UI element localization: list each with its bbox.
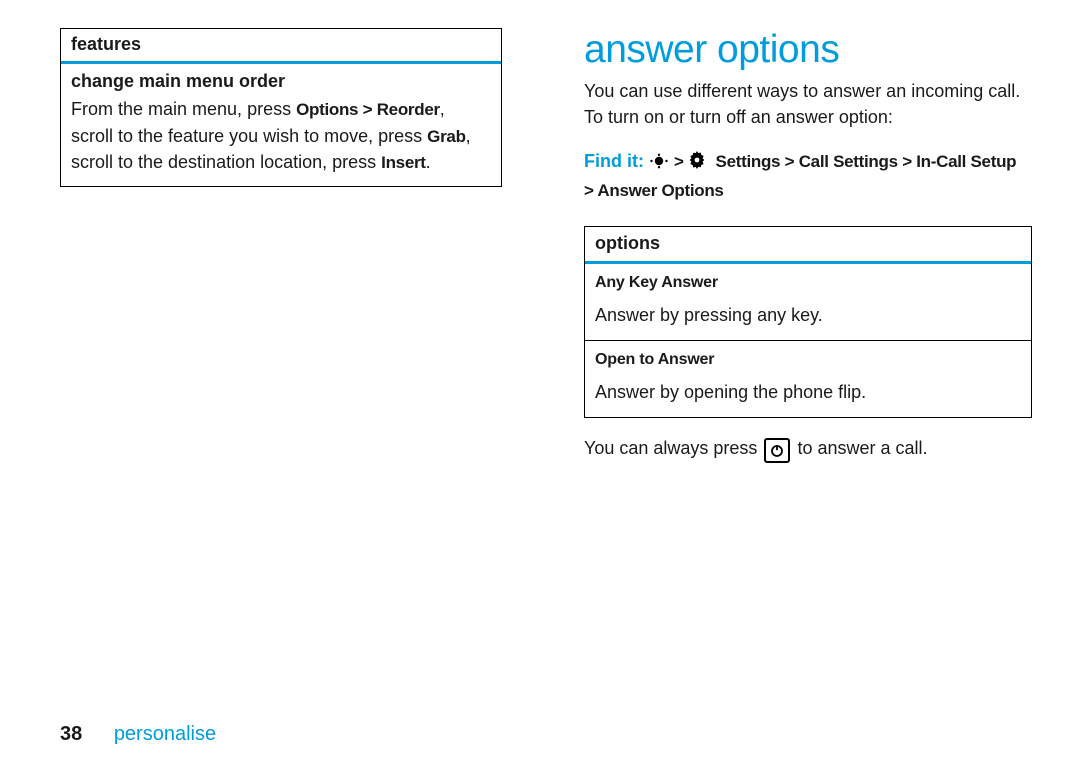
desc-text: From the main menu, press (71, 99, 296, 119)
desc-text: . (426, 152, 431, 172)
page-footer: 38 personalise (60, 723, 216, 746)
options-header-label: options (595, 233, 660, 253)
option-title: Open to Answer (595, 348, 1021, 373)
send-key-icon (764, 438, 790, 463)
section-title: answer options (584, 28, 1032, 72)
feature-row-description: From the main menu, press Options > Reor… (61, 96, 501, 186)
option-row: Any Key Answer Answer by pressing any ke… (585, 264, 1031, 341)
find-it-label: Find it: (584, 151, 644, 171)
features-header-label: features (71, 34, 141, 54)
intro-line: To turn on or turn off an answer option: (584, 107, 893, 127)
manual-page: features change main menu order From the… (0, 0, 1080, 766)
breadcrumb-answer-options: Answer Options (597, 181, 723, 200)
after-note: You can always press to answer a call. (584, 436, 1032, 464)
keyword-options: Options (296, 100, 358, 119)
sep: > (584, 181, 597, 200)
breadcrumb-call-settings: Call Settings (799, 152, 898, 171)
left-column: features change main menu order From the… (0, 0, 540, 766)
sep: > (898, 152, 916, 171)
after-text: You can always press (584, 438, 762, 458)
breadcrumb-incall-setup: In-Call Setup (916, 152, 1016, 171)
options-table-header: options (585, 227, 1031, 264)
option-desc: Answer by pressing any key. (595, 305, 823, 325)
page-number: 38 (60, 723, 82, 745)
nav-center-icon (649, 150, 669, 177)
option-title: Any Key Answer (595, 271, 1021, 296)
features-table-header: features (61, 29, 501, 64)
sep: > (674, 152, 688, 171)
intro-line: You can use different ways to answer an … (584, 81, 1020, 101)
feature-row-title: change main menu order (61, 64, 501, 96)
keyword-grab: Grab (427, 127, 465, 146)
settings-gear-icon (688, 150, 706, 177)
keyword-insert: Insert (381, 153, 426, 172)
find-it-path: Find it: > Settings > Call Settings > In… (584, 148, 1032, 204)
after-text: to answer a call. (797, 438, 927, 458)
right-column: answer options You can use different way… (540, 0, 1080, 766)
option-row: Open to Answer Answer by opening the pho… (585, 341, 1031, 417)
option-desc: Answer by opening the phone flip. (595, 382, 866, 402)
options-table: options Any Key Answer Answer by pressin… (584, 226, 1032, 417)
sep: > (780, 152, 798, 171)
keyword-reorder: Reorder (377, 100, 440, 119)
footer-section-label: personalise (114, 723, 216, 745)
intro-text: You can use different ways to answer an … (584, 78, 1032, 130)
breadcrumb-settings: Settings (711, 152, 780, 171)
features-table: features change main menu order From the… (60, 28, 502, 187)
sep: > (358, 100, 376, 119)
